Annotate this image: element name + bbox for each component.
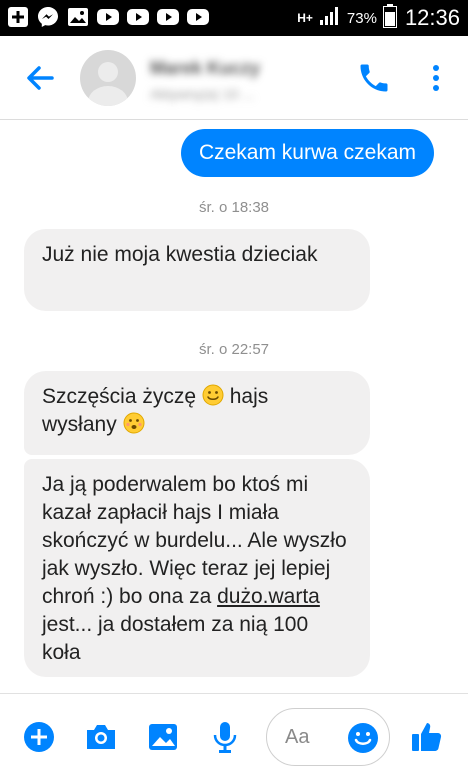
message-text: jest... ja dostałem za nią 100 koła (42, 613, 309, 664)
youtube-icon (126, 5, 150, 29)
microphone-icon[interactable] (208, 720, 242, 754)
message-list[interactable]: Czekam kurwa czekam śr. o 18:38 Już nie … (0, 121, 468, 693)
conversation-header: Marek Kuczy Aktywny(a) 10 ... (0, 36, 468, 120)
outgoing-message[interactable]: Czekam kurwa czekam (180, 129, 434, 177)
messenger-icon (36, 5, 60, 29)
system-status: H+ 73% 12:36 (297, 0, 460, 36)
message-text: wysłany (42, 413, 117, 436)
composer-bar (0, 693, 468, 780)
clock: 12:36 (404, 5, 460, 30)
back-arrow-icon[interactable] (22, 60, 58, 96)
message-text: hajs (229, 385, 269, 408)
signal-icon (319, 6, 341, 31)
contact-status: Aktywny(a) 10 ... (150, 86, 255, 102)
image-icon[interactable] (146, 720, 180, 754)
youtube-icon (186, 5, 210, 29)
more-vertical-icon[interactable] (424, 60, 448, 96)
smiley-emoji-icon (202, 384, 224, 406)
image-icon (66, 5, 90, 29)
emoji-icon[interactable] (347, 722, 379, 754)
thumbs-up-icon[interactable] (410, 720, 444, 754)
battery-icon (382, 3, 397, 33)
message-input[interactable] (285, 723, 345, 751)
message-input-box[interactable] (266, 708, 390, 766)
battery-percent: 73% (346, 9, 377, 27)
notification-icons (6, 5, 210, 29)
camera-icon[interactable] (84, 720, 118, 754)
blush-emoji-icon (123, 412, 145, 434)
incoming-message[interactable]: Ja ją poderwalem bo ktoś mi kazał zapłac… (24, 459, 370, 677)
message-text: Szczęścia życzę (42, 385, 197, 408)
incoming-message[interactable]: Już nie moja kwestia dzieciak (24, 229, 370, 311)
network-type: H+ (297, 11, 313, 25)
youtube-icon (156, 5, 180, 29)
status-bar: H+ 73% 12:36 (0, 0, 468, 36)
contact-name[interactable]: Marek Kuczy (150, 58, 260, 79)
phone-icon[interactable] (356, 60, 392, 96)
avatar[interactable] (80, 50, 136, 106)
incoming-message[interactable]: Szczęścia życzę hajs wysłany (24, 371, 370, 455)
plus-square-icon (6, 5, 30, 29)
timestamp: śr. o 22:57 (198, 341, 270, 358)
plus-circle-icon[interactable] (22, 720, 56, 754)
message-link[interactable]: dużo.warta (217, 585, 320, 608)
timestamp: śr. o 18:38 (198, 199, 270, 216)
youtube-icon (96, 5, 120, 29)
